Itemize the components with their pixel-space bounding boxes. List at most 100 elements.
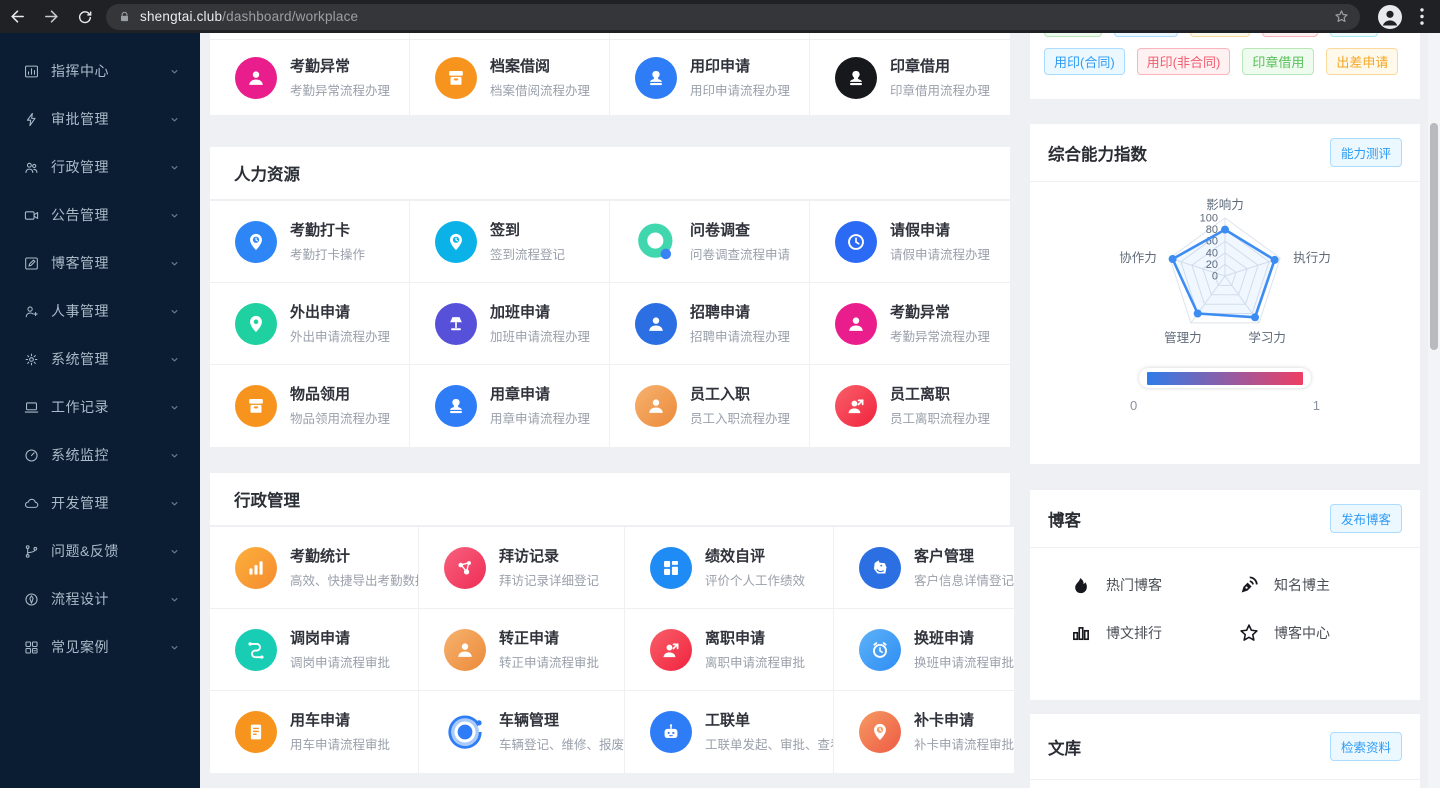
visual-map-slider[interactable] [1139,368,1311,388]
blog-item-热门博客[interactable]: 热门博客 [1070,574,1238,596]
app-card-title: 员工入职 [690,386,751,403]
app-card-title: 换班申请 [914,629,975,647]
app-card-title: 招聘申请 [690,303,751,321]
quick-tag-cutoff[interactable] [1262,33,1318,37]
scrollbar-thumb[interactable] [1430,123,1438,350]
person-icon [635,302,677,345]
app-card-subtitle: 评价个人工作绩效 [705,573,806,588]
app-card-车辆管理[interactable]: 车辆管理 车辆登记、维修、报废 [419,691,626,773]
clock-icon [835,220,877,263]
app-card-考勤异常[interactable]: 考勤异常 考勤异常流程办理 [810,283,1010,365]
blog-item-博文排行[interactable]: 博文排行 [1070,622,1238,644]
app-card-subtitle: 用车申请流程审批 [290,738,391,752]
app-card-title: 档案借阅 [490,57,551,75]
app-card-档案借阅[interactable]: 档案借阅 档案借阅流程办理 [410,40,610,115]
sidebar-item-6[interactable]: 人事管理 [0,287,200,335]
app-card-title: 加班申请 [490,303,551,321]
page-scrollbar[interactable] [1428,33,1440,788]
quick-tag-cutoff[interactable] [1044,33,1102,37]
blog-item-博客中心[interactable]: 博客中心 [1238,622,1406,644]
visual-map-min: 0 [1130,398,1138,413]
sidebar: 指挥中心审批管理行政管理 公告管理 博客管理 人事管理 系统管理 工作记录 系统监控 开发管理… [0,33,200,788]
stamp-icon [835,56,877,99]
app-card-离职申请[interactable]: 离职申请 离职申请流程审批 [625,609,835,691]
sidebar-item-label: 指挥中心 [51,63,109,79]
sidebar-item-label: 审批管理 [51,111,109,127]
app-card-title: 员工离职 [890,386,951,403]
gauge-icon [25,448,38,462]
app-card-考勤打卡[interactable]: 考勤打卡 考勤打卡操作 [210,201,410,283]
box-icon [435,56,477,99]
sidebar-item-9[interactable]: 系统监控 [0,431,200,479]
quick-tag-用印(合同)[interactable]: 用印(合同) [1044,48,1125,75]
app-card-补卡申请[interactable]: 补卡申请 补卡申请流程审批 [834,691,1015,773]
browser-menu-icon[interactable] [1412,4,1432,30]
app-card-考勤异常[interactable]: 考勤异常 考勤异常流程办理 [210,40,410,115]
app-card-外出申请[interactable]: 外出申请 外出申请流程办理 [210,283,410,365]
app-card-加班申请[interactable]: 加班申请 加班申请流程办理 [410,283,610,365]
profile-avatar[interactable] [1378,4,1402,29]
app-card-换班申请[interactable]: 换班申请 换班申请流程审批 [834,609,1015,691]
publish-blog-button[interactable]: 发布博客 [1329,504,1402,533]
app-card-绩效自评[interactable]: 绩效自评 评价个人工作绩效 [625,527,835,609]
sidebar-item-11[interactable]: 问题&反馈 [0,527,200,575]
app-card-subtitle: 问卷调查流程申请 [690,247,791,262]
app-card-客户管理[interactable]: 客户管理 客户信息详情登记 [834,527,1015,609]
app-card-拜访记录[interactable]: 拜访记录 拜访记录详细登记 [419,527,626,609]
visual-map: 0 1 [1030,368,1420,413]
app-card-用印申请[interactable]: 用印申请 用印申请流程办理 [610,40,810,115]
section-title: 行政管理 [210,473,1010,525]
app-card-请假申请[interactable]: 请假申请 请假申请流程办理 [810,201,1010,283]
bookmark-star-icon[interactable] [1333,8,1350,25]
sidebar-item-4[interactable]: 公告管理 [0,191,200,239]
app-card-招聘申请[interactable]: 招聘申请 招聘申请流程办理 [610,283,810,365]
sidebar-item-10[interactable]: 开发管理 [0,479,200,527]
app-card-title: 考勤异常 [890,303,951,321]
sidebar-item-8[interactable]: 工作记录 [0,383,200,431]
search-docs-button[interactable]: 检索资料 [1329,732,1402,761]
app-card-调岗申请[interactable]: 调岗申请 调岗申请流程审批 [210,609,419,691]
app-card-title: 用车申请 [290,712,351,729]
svg-text:学习力: 学习力 [1248,330,1286,345]
app-card-物品领用[interactable]: 物品领用 物品领用流程办理 [210,365,410,447]
ability-test-button[interactable]: 能力测评 [1329,138,1402,167]
app-card-用章申请[interactable]: 用章申请 用章申请流程办理 [410,365,610,447]
sidebar-item-1[interactable]: 指挥中心 [0,47,200,95]
quick-apps-section: 考勤异常 考勤异常流程办理 档案借阅 档案借阅流程办理 用印申请 用印申请流程办理 印章借用… [210,33,1010,115]
app-card-转正申请[interactable]: 转正申请 转正申请流程审批 [419,609,626,691]
sidebar-item-3[interactable]: 行政管理 [0,143,200,191]
quick-tag-cutoff[interactable] [1330,33,1378,37]
app-card-员工离职[interactable]: 员工离职 员工离职流程办理 [810,365,1010,447]
app-card-问卷调查[interactable]: 问卷调查 问卷调查流程申请 [610,201,810,283]
url-bar[interactable]: shengtai.club/dashboard/workplace [106,3,1360,30]
person-icon [835,302,877,345]
app-card-title: 车辆管理 [499,712,560,729]
alarm-icon [859,628,902,671]
quick-tag-cutoff[interactable] [1114,33,1178,37]
app-card-title: 调岗申请 [290,629,351,647]
ability-card: 综合能力指数 能力测评 100806040200影响力执行力学习力管理力协作力 … [1030,124,1420,464]
blog-item-label: 博客中心 [1274,625,1330,641]
app-card-subtitle: 用印申请流程办理 [690,83,791,98]
refresh-icon[interactable] [68,4,102,30]
app-card-用车申请[interactable]: 用车申请用车申请流程审批 [210,691,419,773]
sidebar-item-12[interactable]: 流程设计 [0,575,200,623]
blog-item-知名博主[interactable]: 知名博主 [1238,574,1406,596]
app-card-印章借用[interactable]: 印章借用 印章借用流程办理 [810,40,1010,115]
bars-icon [235,546,277,589]
quick-tag-cutoff[interactable] [1190,33,1250,37]
quick-tag-用印(非合同)[interactable]: 用印(非合同) [1136,48,1231,75]
back-icon[interactable] [0,4,34,30]
app-card-工联单[interactable]: 工联单 工联单发起、审批、查看 [625,691,835,773]
app-card-title: 拜访记录 [499,547,560,565]
quick-tag-出差申请[interactable]: 出差申请 [1326,48,1399,75]
sidebar-item-13[interactable]: 常见案例 [0,623,200,671]
app-card-员工入职[interactable]: 员工入职 员工入职流程办理 [610,365,810,447]
app-card-考勤统计[interactable]: 考勤统计 高效、快捷导出考勤数据 [210,527,419,609]
sidebar-item-5[interactable]: 博客管理 [0,239,200,287]
sidebar-item-2[interactable]: 审批管理 [0,95,200,143]
app-card-签到[interactable]: 签到 签到流程登记 [410,201,610,283]
sidebar-item-7[interactable]: 系统管理 [0,335,200,383]
quick-tag-印章借用[interactable]: 印章借用 [1242,48,1315,75]
forward-icon[interactable] [34,4,68,30]
